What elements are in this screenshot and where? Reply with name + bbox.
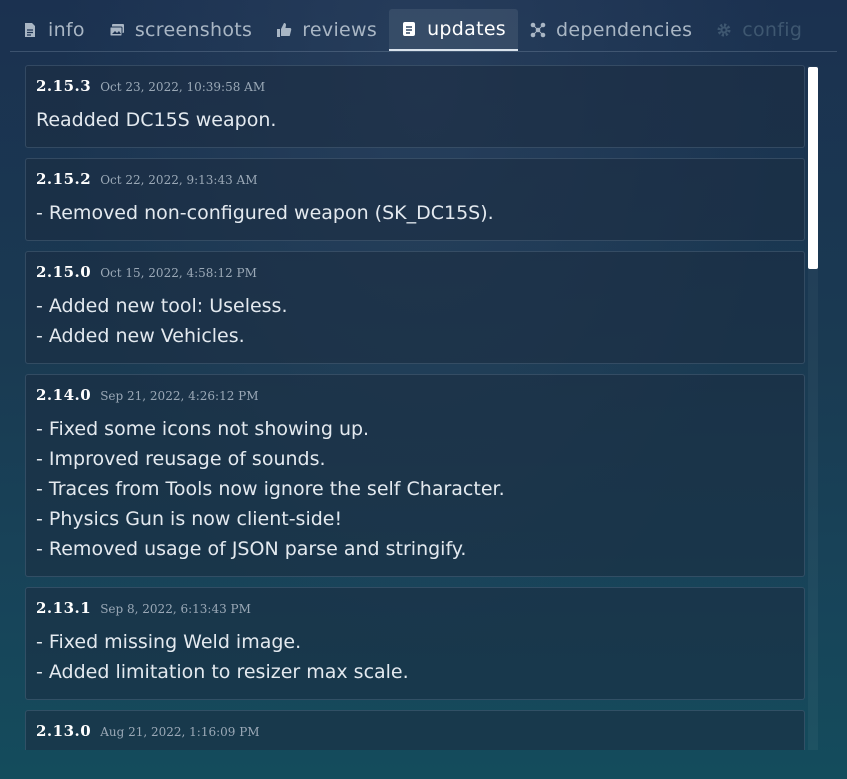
update-date: Aug 21, 2022, 1:16:09 PM [100,725,260,739]
update-line: - Added new tool: Useless. [36,295,288,317]
update-line: - Physics Gun is now client-side! [36,508,343,530]
update-date: Sep 21, 2022, 4:26:12 PM [100,389,259,403]
document-icon [25,23,35,37]
tab-bar: info screenshots reviews updates depende… [10,9,837,51]
tab-label: config [742,19,803,41]
update-version: 2.15.0 [36,263,92,281]
thumbs-up-icon [277,23,292,37]
update-line: - Fixed missing Weld image. [36,631,302,653]
gear-icon [717,23,731,37]
update-card: 2.13.0 Aug 21, 2022, 1:16:09 PM [25,710,805,750]
images-icon [109,24,124,37]
update-card: 2.14.0 Sep 21, 2022, 4:26:12 PM - Fixed … [25,374,805,577]
update-version: 2.13.0 [36,722,92,740]
tab-screenshots[interactable]: screenshots [97,9,264,51]
update-card: 2.15.0 Oct 15, 2022, 4:58:12 PM - Added … [25,251,805,364]
update-version: 2.15.3 [36,77,92,95]
update-line: - Added new Vehicles. [36,325,245,347]
tab-divider [10,51,837,52]
update-date: Oct 22, 2022, 9:13:43 AM [100,173,258,187]
update-version: 2.15.2 [36,170,92,188]
notes-icon [403,22,416,36]
updates-list[interactable]: 2.15.3 Oct 23, 2022, 10:39:58 AM Readded… [25,65,805,750]
update-date: Sep 8, 2022, 6:13:43 PM [100,602,251,616]
update-version: 2.13.1 [36,599,92,617]
tab-label: info [48,19,85,41]
update-line: - Traces from Tools now ignore the self … [36,478,505,500]
tab-reviews[interactable]: reviews [264,9,389,51]
update-version: 2.14.0 [36,386,92,404]
update-line: - Added limitation to resizer max scale. [36,661,409,683]
nodes-icon [530,22,546,38]
tab-label: reviews [302,19,378,41]
tab-dependencies[interactable]: dependencies [518,9,704,51]
tab-config[interactable]: config [704,9,814,51]
tab-info[interactable]: info [10,9,97,51]
update-line: - Improved reusage of sounds. [36,448,326,470]
tab-label: screenshots [134,19,253,41]
update-card: 2.15.3 Oct 23, 2022, 10:39:58 AM Readded… [25,65,805,148]
update-date: Oct 15, 2022, 4:58:12 PM [100,266,257,280]
update-line: Readded DC15S weapon. [36,109,277,131]
update-line: - Removed non-configured weapon (SK_DC15… [36,202,494,224]
update-card: 2.15.2 Oct 22, 2022, 9:13:43 AM - Remove… [25,158,805,241]
tab-label: updates [427,18,507,40]
tab-updates[interactable]: updates [389,9,519,51]
update-line: - Fixed some icons not showing up. [36,418,370,440]
update-line: - Removed usage of JSON parse and string… [36,538,467,560]
scrollbar-thumb[interactable] [808,67,818,269]
update-card: 2.13.1 Sep 8, 2022, 6:13:43 PM - Fixed m… [25,587,805,700]
tab-label: dependencies [556,19,693,41]
update-date: Oct 23, 2022, 10:39:58 AM [100,80,266,94]
